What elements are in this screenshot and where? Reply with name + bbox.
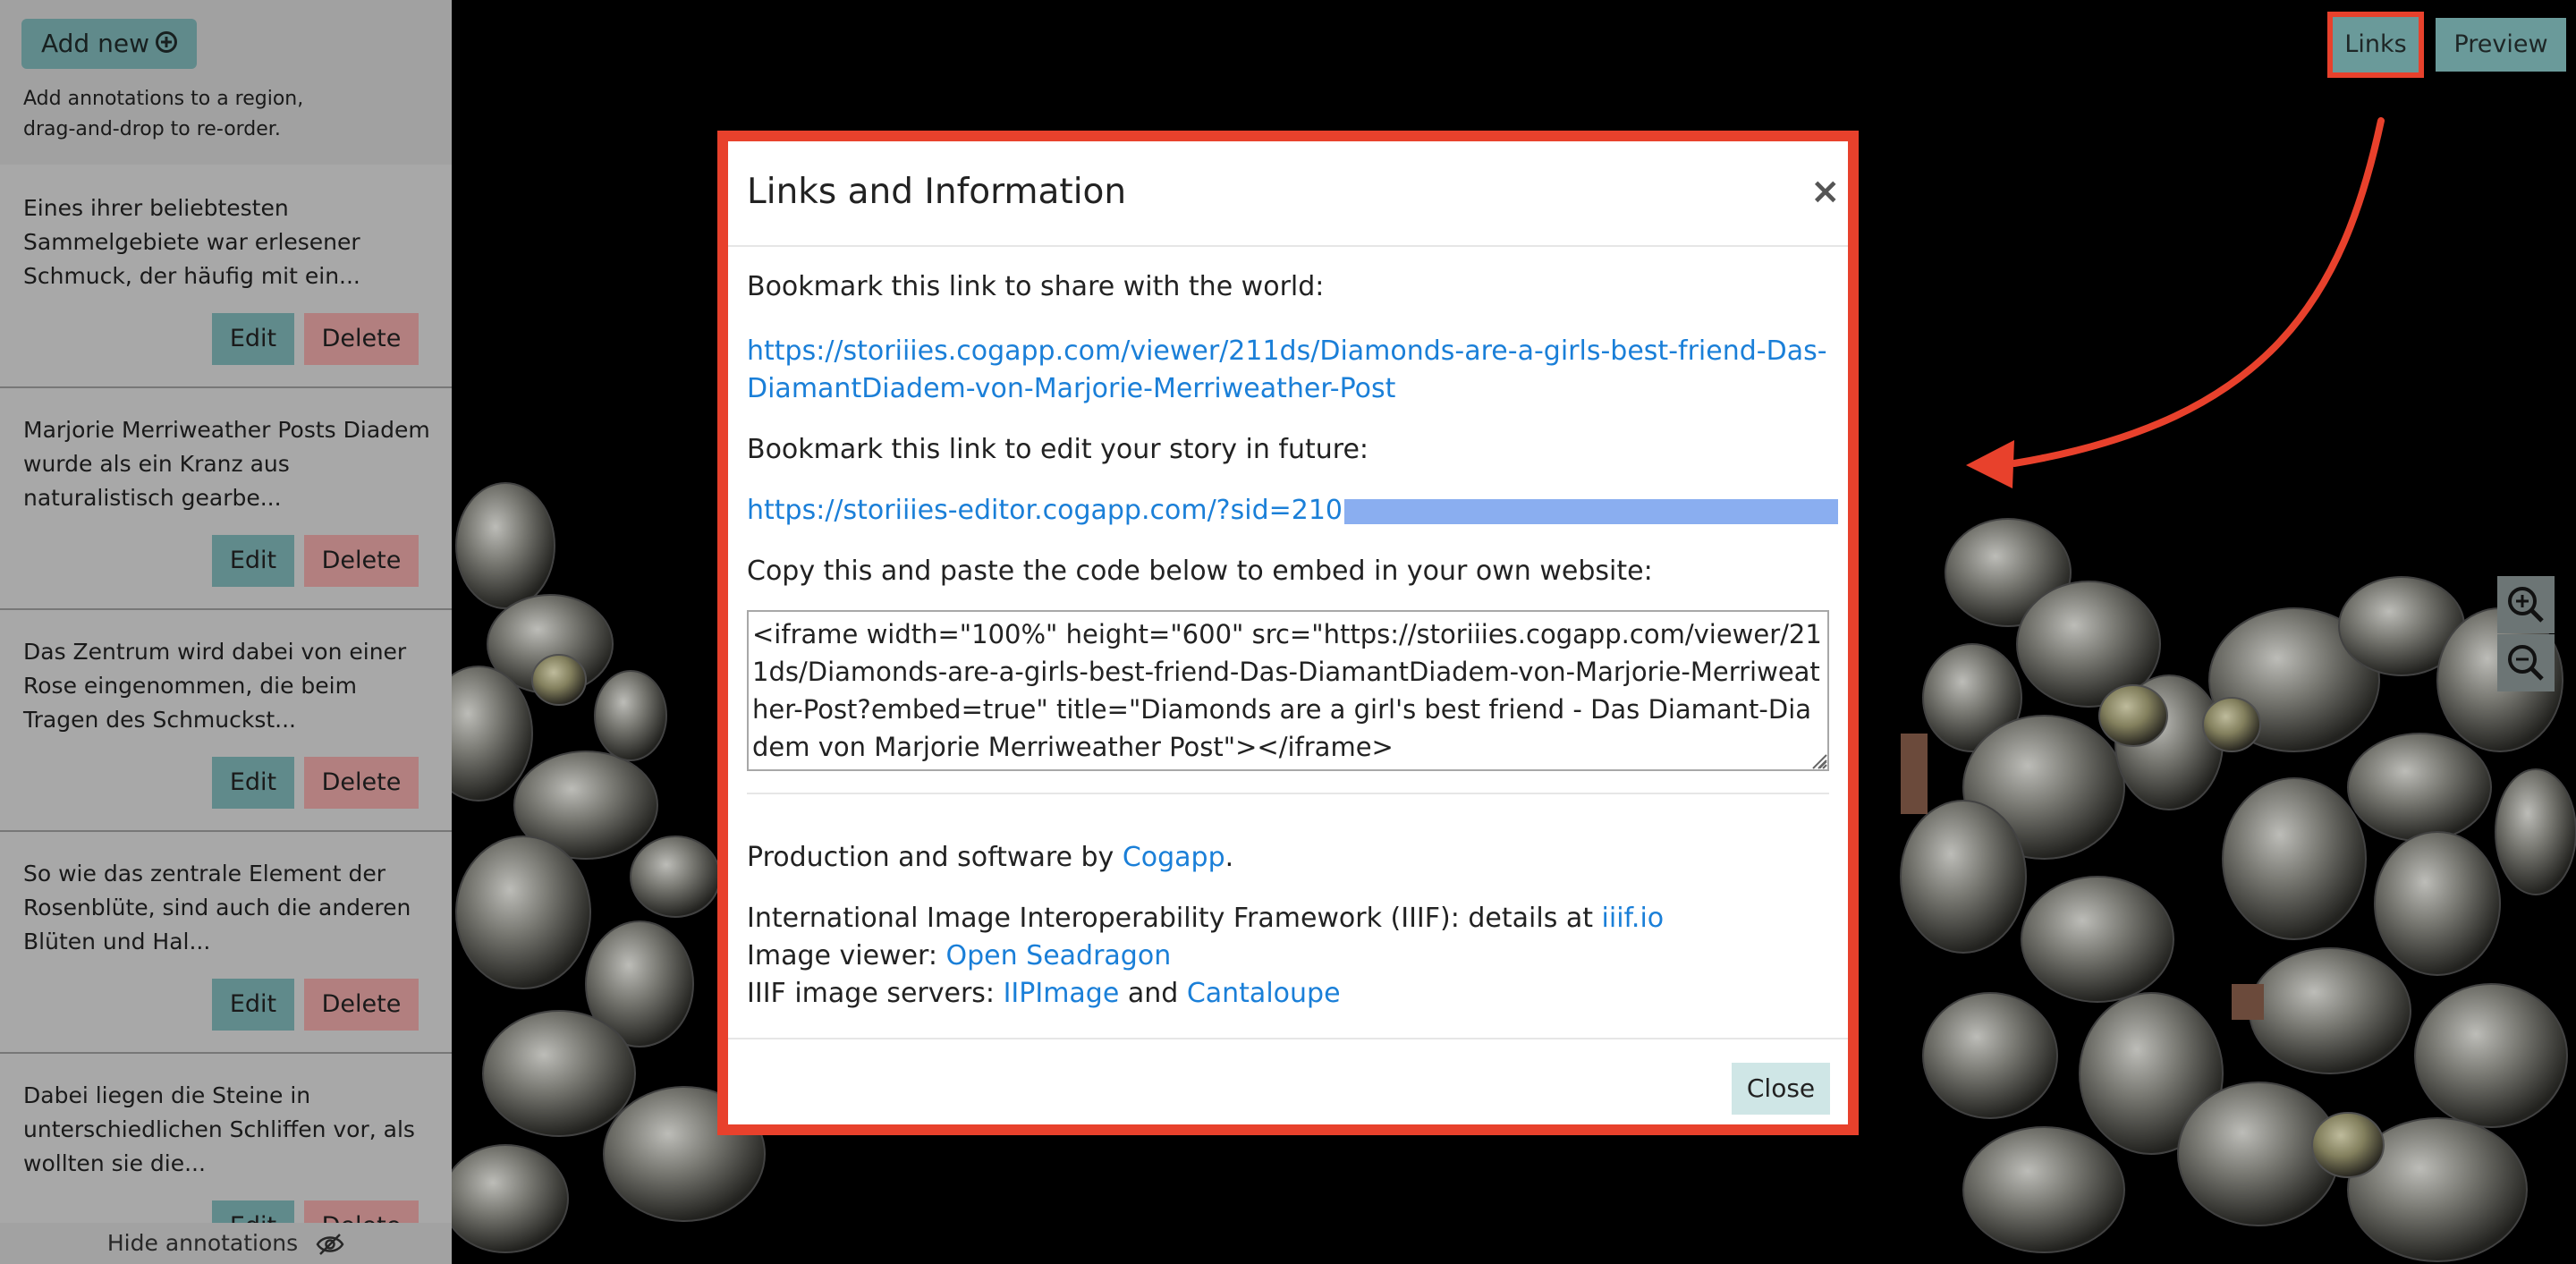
share-url-link[interactable]: https://storiiies.cogapp.com/viewer/211d… xyxy=(747,333,1829,408)
body-divider xyxy=(747,793,1829,794)
zoom-in-button[interactable] xyxy=(2497,576,2555,633)
viewer-prefix: Image viewer: xyxy=(747,940,946,971)
viewer-credit: Image viewer: Open Seadragon xyxy=(747,937,1171,975)
share-prompt: Bookmark this link to share with the wor… xyxy=(747,271,1325,302)
edit-url-link[interactable]: https://storiiies-editor.cogapp.com/?sid… xyxy=(747,492,1839,530)
modal-header: Links and Information × xyxy=(728,141,1848,247)
edit-prompt: Bookmark this link to edit your story in… xyxy=(747,434,1369,465)
resize-grip-icon[interactable] xyxy=(1811,753,1827,769)
close-button[interactable]: Close xyxy=(1732,1063,1830,1115)
modal-footer-divider xyxy=(728,1038,1848,1039)
zoom-out-button[interactable] xyxy=(2497,634,2555,691)
redaction-highlight xyxy=(1344,498,1839,524)
embed-prompt: Copy this and paste the code below to em… xyxy=(747,556,1653,587)
cantaloupe-link[interactable]: Cantaloupe xyxy=(1187,978,1341,1009)
iiif-credit: International Image Interoperability Fra… xyxy=(747,900,1664,937)
iiif-link[interactable]: iiif.io xyxy=(1602,903,1665,934)
iiif-prefix: International Image Interoperability Fra… xyxy=(747,903,1602,934)
cogapp-link[interactable]: Cogapp xyxy=(1123,842,1225,873)
close-icon[interactable]: × xyxy=(1810,174,1841,209)
production-suffix: . xyxy=(1224,842,1234,873)
zoom-in-icon xyxy=(2508,587,2544,623)
embed-code-textarea[interactable]: <iframe width="100%" height="600" src="h… xyxy=(747,610,1829,771)
zoom-out-icon xyxy=(2508,645,2544,681)
servers-credit: IIIF image servers: IIPImage and Cantalo… xyxy=(747,975,1341,1013)
iipimage-link[interactable]: IIPImage xyxy=(1004,978,1120,1009)
production-prefix: Production and software by xyxy=(747,842,1123,873)
links-information-modal: Links and Information × Bookmark this li… xyxy=(717,131,1859,1135)
production-credit: Production and software by Cogapp. xyxy=(747,839,1233,877)
links-button[interactable]: Links xyxy=(2327,12,2424,78)
edit-url-text: https://storiiies-editor.cogapp.com/?sid… xyxy=(747,495,1343,526)
openseadragon-link[interactable]: Open Seadragon xyxy=(945,940,1171,971)
servers-prefix: IIIF image servers: xyxy=(747,978,1004,1009)
preview-button[interactable]: Preview xyxy=(2436,18,2566,72)
servers-and: and xyxy=(1119,978,1187,1009)
modal-title: Links and Information xyxy=(747,172,1127,212)
